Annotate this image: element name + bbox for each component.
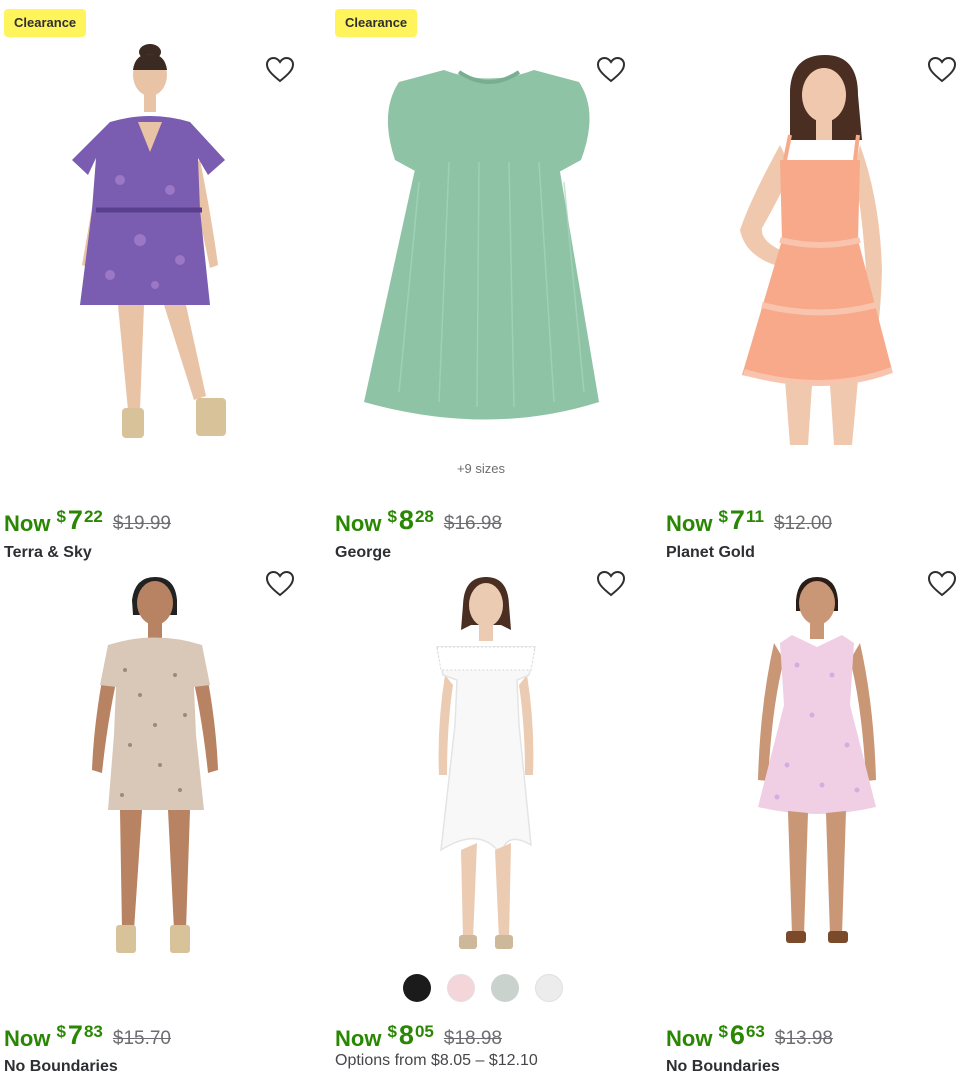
color-swatch-pink[interactable]	[447, 974, 475, 1002]
color-swatches	[403, 974, 563, 1002]
product-brand[interactable]: No Boundaries	[666, 1058, 780, 1076]
product-card[interactable]: Now $ 6 63 $13.98 No Boundaries	[662, 540, 958, 1080]
product-image[interactable]	[80, 575, 230, 960]
clearance-badge: Clearance	[4, 9, 87, 37]
was-price: $19.99	[112, 513, 171, 534]
color-swatch-black[interactable]	[403, 974, 431, 1002]
product-image[interactable]	[431, 575, 541, 960]
product-card[interactable]: Clearance +9 sizes Now $ 8 28 $16.98 Geo…	[331, 0, 653, 561]
price: Now $ 8 28 $16.98	[335, 505, 502, 536]
color-swatch-sage[interactable]	[491, 974, 519, 1002]
product-image[interactable]	[60, 40, 250, 445]
product-image[interactable]	[359, 62, 619, 432]
favorite-heart-icon[interactable]	[596, 569, 626, 599]
clearance-badge: Clearance	[335, 9, 418, 37]
favorite-heart-icon[interactable]	[265, 569, 295, 599]
price: Now $ 7 22 $19.99	[4, 505, 171, 536]
price: Now $ 6 63 $13.98	[666, 1020, 833, 1051]
price-options: Options from $8.05 – $12.10	[335, 1052, 538, 1069]
product-brand[interactable]: No Boundaries	[4, 1058, 118, 1076]
color-swatch-white[interactable]	[535, 974, 563, 1002]
was-price: $12.00	[773, 513, 833, 534]
product-card[interactable]: Now $ 8 05 $18.98 Options from $8.05 – $…	[331, 540, 653, 1080]
product-image[interactable]	[730, 50, 910, 450]
product-card[interactable]: Clearance Now $ 7 22 $19.99 Terra & Sky	[0, 0, 322, 561]
was-price: $18.98	[443, 1028, 502, 1049]
price: Now $ 7 11 $12.00	[666, 505, 833, 536]
favorite-heart-icon[interactable]	[927, 569, 957, 599]
was-price: $16.98	[443, 513, 502, 534]
favorite-heart-icon[interactable]	[265, 55, 295, 85]
favorite-heart-icon[interactable]	[596, 55, 626, 85]
price: Now $ 7 83 $15.70	[4, 1020, 171, 1051]
product-card[interactable]: Now $ 7 11 $12.00 Planet Gold	[662, 0, 958, 561]
product-card[interactable]: Now $ 7 83 $15.70 No Boundaries	[0, 540, 322, 1080]
was-price: $15.70	[112, 1028, 171, 1049]
favorite-heart-icon[interactable]	[927, 55, 957, 85]
price: Now $ 8 05 $18.98	[335, 1020, 502, 1051]
product-image[interactable]	[752, 575, 882, 960]
sizes-available: +9 sizes	[456, 461, 506, 476]
was-price: $13.98	[774, 1028, 833, 1049]
